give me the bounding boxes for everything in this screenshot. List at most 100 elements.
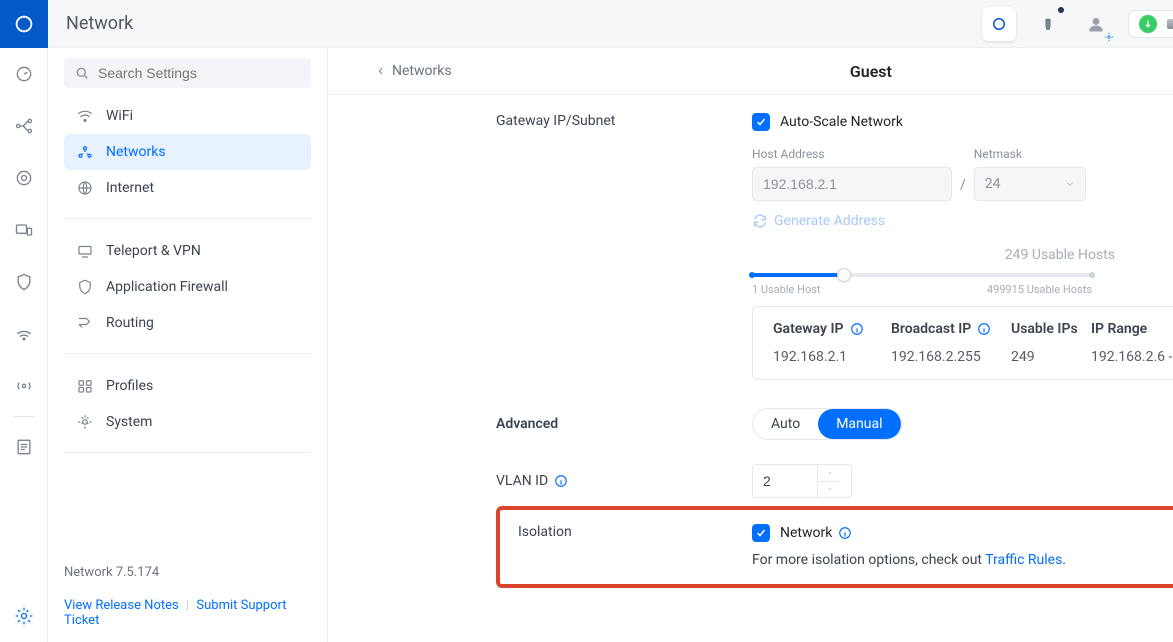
rail-wifi-insights-icon[interactable] <box>0 308 48 360</box>
device-thumbnail <box>1167 19 1173 29</box>
sidebar-item-label: Profiles <box>106 378 153 394</box>
sidebar-item-label: System <box>106 414 152 430</box>
slider-min-label: 1 Usable Host <box>752 283 821 296</box>
rail-topology-icon[interactable] <box>0 100 48 152</box>
back-button[interactable]: Networks <box>376 63 452 79</box>
isolation-network-label: Network <box>780 525 832 541</box>
back-label: Networks <box>392 63 452 79</box>
device-selector[interactable]: Togepi <box>1128 10 1173 38</box>
page-title: Network <box>66 13 133 34</box>
routing-icon <box>76 314 94 332</box>
wifi-icon <box>76 107 94 125</box>
rail-settings-icon[interactable] <box>0 590 48 642</box>
search-input[interactable] <box>98 65 301 81</box>
sidebar-item-wifi[interactable]: WiFi <box>64 98 311 134</box>
auto-scale-label: Auto-Scale Network <box>780 114 903 130</box>
subnet-info-card: Gateway IP Broadcast IP Usable IPs IP Ra… <box>752 306 1173 380</box>
sidebar-item-teleport-vpn[interactable]: Teleport & VPN <box>64 233 311 269</box>
rail-unifi-icon[interactable] <box>0 152 48 204</box>
sidebar-item-label: WiFi <box>106 108 133 124</box>
topbar: Network Togepi <box>48 0 1173 48</box>
rail-logs-icon[interactable] <box>0 421 48 473</box>
chevron-left-icon <box>376 65 386 77</box>
slider-max-label: 499915 Usable Hosts <box>987 283 1092 296</box>
rail-devices-icon[interactable] <box>0 204 48 256</box>
sidebar-item-profiles[interactable]: Profiles <box>64 368 311 404</box>
netmask-label: Netmask <box>974 147 1086 161</box>
sidebar-item-routing[interactable]: Routing <box>64 305 311 341</box>
th-broadcast: Broadcast IP <box>891 321 971 337</box>
sidebar-item-label: Routing <box>106 315 154 331</box>
usable-hosts-value: 249 Usable Hosts <box>752 247 1173 263</box>
shield-icon <box>76 278 94 296</box>
generate-address-button: Generate Address <box>752 213 1173 229</box>
td-usable: 249 <box>1011 349 1091 365</box>
info-icon[interactable] <box>977 322 991 336</box>
host-address-label: Host Address <box>752 147 952 161</box>
rail-dashboard-icon[interactable] <box>0 48 48 100</box>
search-icon <box>74 65 90 81</box>
info-icon[interactable] <box>554 474 568 488</box>
advanced-label: Advanced <box>496 416 752 432</box>
refresh-icon <box>752 213 768 229</box>
vlan-step-up[interactable] <box>818 465 841 481</box>
netmask-select: 24 <box>974 167 1086 201</box>
info-icon[interactable] <box>850 322 864 336</box>
version-text: Network 7.5.174 <box>64 565 311 580</box>
sidebar-item-label: Teleport & VPN <box>106 243 201 259</box>
vlan-id-input-wrap[interactable] <box>752 464 852 498</box>
sidebar-item-label: Application Firewall <box>106 279 228 295</box>
sidebar-item-internet[interactable]: Internet <box>64 170 311 206</box>
hosts-slider[interactable] <box>752 273 1092 277</box>
th-range: IP Range <box>1091 321 1147 337</box>
isolation-network-checkbox[interactable] <box>752 524 770 542</box>
notifications-icon[interactable] <box>1032 8 1064 40</box>
advanced-toggle[interactable]: Auto Manual <box>752 408 902 440</box>
teleport-icon <box>76 242 94 260</box>
rail-radios-icon[interactable] <box>0 360 48 412</box>
logo-icon[interactable] <box>0 0 48 48</box>
sidebar-item-application-firewall[interactable]: Application Firewall <box>64 269 311 305</box>
chevron-down-icon <box>826 486 834 492</box>
vlan-id-label: VLAN ID <box>496 473 548 489</box>
auto-scale-checkbox[interactable] <box>752 113 770 131</box>
sidebar-item-system[interactable]: System <box>64 404 311 440</box>
panel-title: Guest <box>376 62 1173 81</box>
system-icon <box>76 413 94 431</box>
isolation-hint: For more isolation options, check out Tr… <box>752 552 1173 568</box>
slider-thumb[interactable] <box>837 268 851 282</box>
info-icon[interactable] <box>838 526 852 540</box>
main-panel: Networks Guest Gateway IP/Subnet <box>328 48 1173 642</box>
notification-badge <box>1058 7 1064 13</box>
gateway-ip-label: Gateway IP/Subnet <box>496 113 752 296</box>
app-switcher-icon[interactable] <box>982 7 1016 41</box>
td-gateway: 192.168.2.1 <box>773 349 891 365</box>
user-manage-icon[interactable] <box>1080 8 1112 40</box>
vlan-step-down[interactable] <box>818 481 841 498</box>
td-broadcast: 192.168.2.255 <box>891 349 1011 365</box>
rail-security-icon[interactable] <box>0 256 48 308</box>
isolation-label: Isolation <box>518 524 752 568</box>
td-range: 192.168.2.6 - 192.168.2.2... <box>1091 349 1173 365</box>
networks-icon <box>76 143 94 161</box>
sidebar-item-label: Networks <box>106 144 166 160</box>
toggle-manual[interactable]: Manual <box>818 409 900 439</box>
release-notes-link[interactable]: View Release Notes <box>64 598 179 613</box>
toggle-auto[interactable]: Auto <box>753 409 818 439</box>
status-online-icon <box>1139 15 1157 33</box>
host-address-input <box>752 167 952 201</box>
globe-icon <box>76 179 94 197</box>
sidebar-item-networks[interactable]: Networks <box>64 134 311 170</box>
th-usable: Usable IPs <box>1011 321 1078 337</box>
chevron-up-icon <box>826 470 834 476</box>
th-gateway: Gateway IP <box>773 321 844 337</box>
chevron-down-icon <box>1065 179 1075 189</box>
vlan-id-input[interactable] <box>753 465 817 497</box>
sidebar-item-label: Internet <box>106 180 154 196</box>
settings-sidebar: WiFi Networks Internet Teleport <box>48 48 328 642</box>
profiles-icon <box>76 377 94 395</box>
icon-rail <box>0 0 48 642</box>
search-input-wrap[interactable] <box>64 58 311 88</box>
isolation-highlight-box: Isolation Network For more isolation opt <box>496 506 1173 588</box>
traffic-rules-link[interactable]: Traffic Rules <box>985 552 1062 568</box>
